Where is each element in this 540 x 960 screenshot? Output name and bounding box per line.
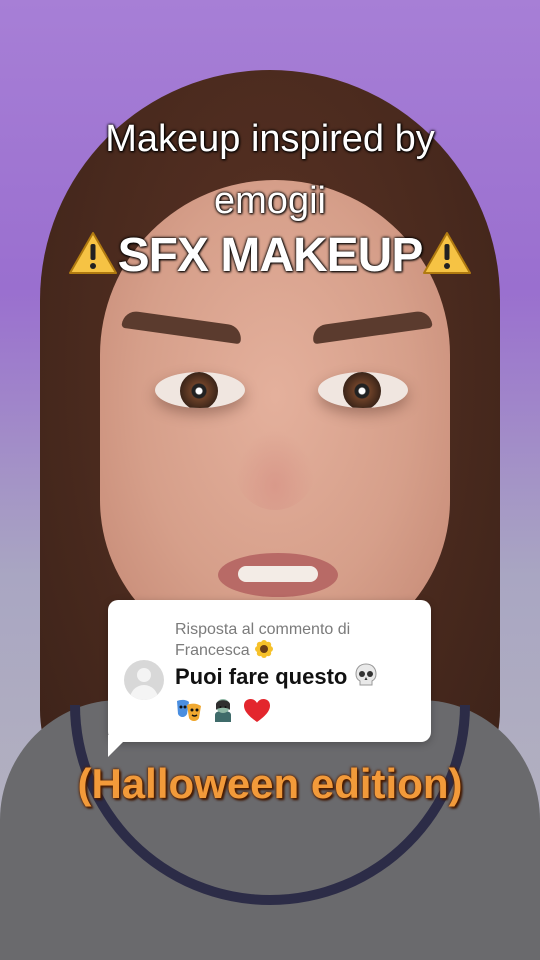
teeth (238, 566, 318, 582)
overlay-title-line1: Makeup inspired by (105, 118, 435, 160)
reply-comment-card[interactable]: Risposta al commento di Francesca Puoi f… (108, 600, 431, 742)
bottom-caption: (Halloween edition) (77, 760, 463, 807)
reply-header: Risposta al commento di Francesca (175, 620, 415, 664)
reply-comment-text: Puoi fare questo (175, 664, 348, 689)
right-eye (318, 372, 408, 408)
avatar (124, 660, 164, 700)
skull-icon (353, 662, 379, 696)
zombie-icon (209, 696, 237, 732)
nose (235, 430, 315, 510)
red-heart-icon (243, 698, 271, 732)
masks-icon (175, 698, 203, 732)
sunflower-icon (254, 639, 274, 664)
warning-text: SFX MAKEUP (117, 229, 424, 282)
left-eye (155, 372, 245, 408)
warning-icon (422, 231, 472, 275)
reply-card-tail (108, 735, 130, 757)
overlay-title-line2: emogii (214, 180, 326, 222)
warning-icon (68, 231, 118, 275)
reply-comment: Puoi fare questo (175, 662, 425, 732)
overlay-warning-line: SFX MAKEUP (0, 228, 540, 283)
